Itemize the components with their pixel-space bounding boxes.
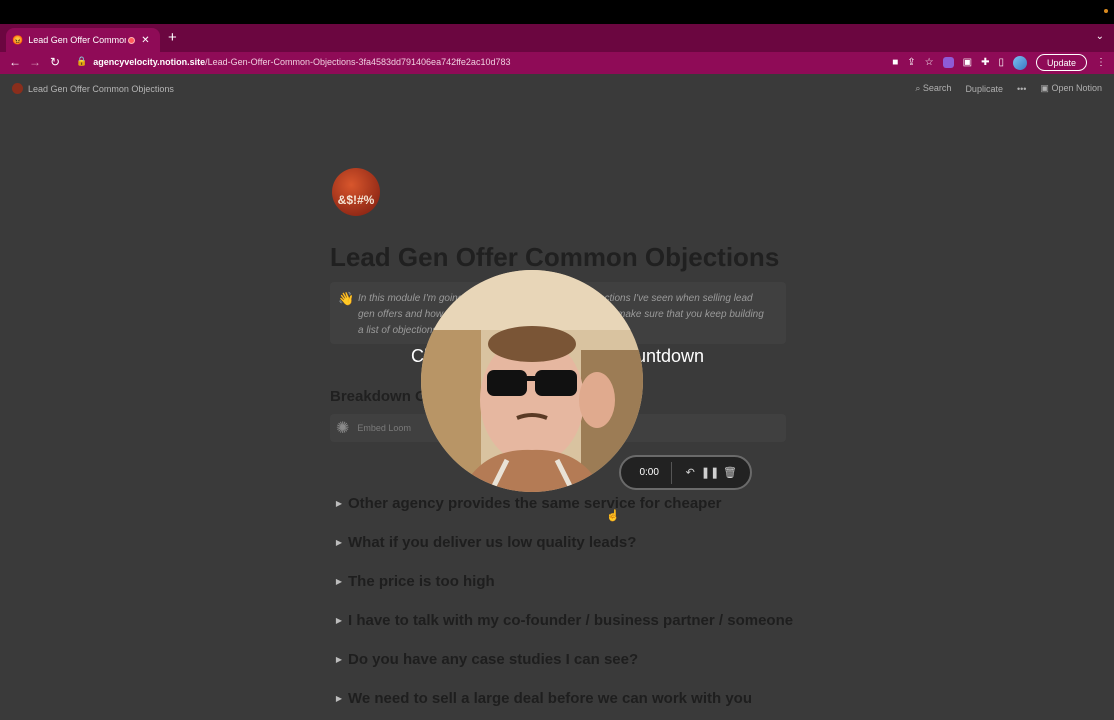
close-tab-icon[interactable]: ✕ xyxy=(141,35,149,46)
toggle-label: We need to sell a large deal before we c… xyxy=(348,690,753,707)
url-host: agencyvelocity.notion.site xyxy=(93,56,206,67)
toggle-triangle-icon[interactable]: ▶ xyxy=(330,577,348,586)
camera-icon[interactable]: ■ xyxy=(892,57,898,68)
more-options-icon[interactable]: ••• xyxy=(1017,84,1026,94)
toggle-item[interactable]: ▶ I have to talk with my co-founder / bu… xyxy=(330,601,793,640)
browser-tab-bar: 😡 Lead Gen Offer Common O ✕ + ⌄ xyxy=(0,24,1114,52)
new-tab-button[interactable]: + xyxy=(168,29,177,46)
controls-divider xyxy=(671,461,673,484)
toggle-item[interactable]: ▶ The price is too high xyxy=(330,562,793,601)
profile-avatar[interactable] xyxy=(1012,55,1027,70)
webcam-person-image xyxy=(421,270,643,492)
page-icon-angry-emoji[interactable]: &$!#% xyxy=(332,168,380,216)
wave-icon: 👋 xyxy=(338,291,355,306)
side-panel-icon[interactable]: ▯ xyxy=(998,57,1004,68)
recording-controls: 0:00 ↶ ❚❚ 🗑 xyxy=(619,455,752,490)
toggle-item[interactable]: ▶ What if you deliver us low quality lea… xyxy=(330,523,793,562)
objections-toggle-list: ▶ Other agency provides the same service… xyxy=(330,484,793,718)
toggle-item[interactable]: ▶ We need to sell a large deal before we… xyxy=(330,679,793,718)
notion-logo-icon: ▣ xyxy=(1040,83,1049,93)
forward-arrow-icon[interactable]: → xyxy=(29,55,41,69)
toggle-triangle-icon[interactable]: ▶ xyxy=(330,538,348,547)
delete-trash-icon[interactable]: 🗑 xyxy=(720,466,740,479)
toggle-triangle-icon[interactable]: ▶ xyxy=(330,694,348,703)
recording-timer: 0:00 xyxy=(639,467,659,478)
duplicate-button[interactable]: Duplicate xyxy=(965,84,1003,94)
reload-icon[interactable]: ↻ xyxy=(50,55,60,69)
notion-topbar: Lead Gen Offer Common Objections ⌕ Searc… xyxy=(0,74,1114,104)
webcam-bubble[interactable] xyxy=(421,270,643,492)
browser-tab[interactable]: 😡 Lead Gen Offer Common O ✕ xyxy=(6,28,160,52)
search-icon: ⌕ xyxy=(915,83,921,93)
lock-icon: 🔒 xyxy=(76,56,88,66)
status-dot xyxy=(1104,9,1108,13)
tab-search-chevron-icon[interactable]: ⌄ xyxy=(1096,31,1104,42)
toggle-label: Do you have any case studies I can see? xyxy=(348,651,639,668)
page-title: Lead Gen Offer Common Objections xyxy=(330,242,780,272)
breadcrumb-title: Lead Gen Offer Common Objections xyxy=(28,83,174,94)
screen-top-strip xyxy=(0,0,1114,24)
toggle-label: The price is too high xyxy=(348,573,495,590)
pause-icon[interactable]: ❚❚ xyxy=(700,466,720,479)
url-path: /Lead-Gen-Offer-Common-Objections-3fa458… xyxy=(205,56,511,67)
search-button[interactable]: ⌕ Search xyxy=(915,83,951,94)
browser-menu-icon[interactable]: ⋮ xyxy=(1096,57,1106,68)
page-emoji-small-icon xyxy=(12,83,23,94)
tab-title: Lead Gen Offer Common O xyxy=(28,35,127,45)
page-icon-text: &$!#% xyxy=(337,193,375,207)
extensions-puzzle-icon[interactable]: ✚ xyxy=(981,57,989,68)
loading-spinner-icon: ✺ xyxy=(336,420,350,437)
bookmark-star-icon[interactable]: ☆ xyxy=(925,57,934,68)
toggle-triangle-icon[interactable]: ▶ xyxy=(330,499,348,508)
section-heading: Breakdown Of xyxy=(330,388,432,405)
breadcrumb[interactable]: Lead Gen Offer Common Objections xyxy=(12,83,174,94)
extension-video-icon[interactable]: ▣ xyxy=(963,57,972,68)
update-button[interactable]: Update xyxy=(1035,54,1087,71)
toggle-label: What if you deliver us low quality leads… xyxy=(348,534,637,551)
toggle-label: I have to talk with my co-founder / busi… xyxy=(348,612,794,629)
mouse-cursor-icon: ☝ xyxy=(606,510,620,522)
open-notion-button[interactable]: ▣ Open Notion xyxy=(1040,83,1102,94)
url-field[interactable]: 🔒 agencyvelocity.notion.site/Lead-Gen-Of… xyxy=(76,56,510,67)
toggle-label: Other agency provides the same service f… xyxy=(348,495,722,512)
share-icon[interactable]: ⇪ xyxy=(907,57,915,68)
back-arrow-icon[interactable]: ← xyxy=(9,55,21,69)
toggle-item[interactable]: ▶ Do you have any case studies I can see… xyxy=(330,640,793,679)
extension-loom-icon[interactable] xyxy=(942,57,954,68)
tab-favicon-icon: 😡 xyxy=(12,34,24,45)
toggle-triangle-icon[interactable]: ▶ xyxy=(330,616,348,625)
toggle-triangle-icon[interactable]: ▶ xyxy=(330,655,348,664)
restart-icon[interactable]: ↶ xyxy=(680,466,700,479)
embed-label: Embed Loom xyxy=(357,423,411,433)
recording-indicator-icon xyxy=(128,36,136,44)
address-bar: ← → ↻ 🔒 agencyvelocity.notion.site/Lead-… xyxy=(0,52,1114,74)
